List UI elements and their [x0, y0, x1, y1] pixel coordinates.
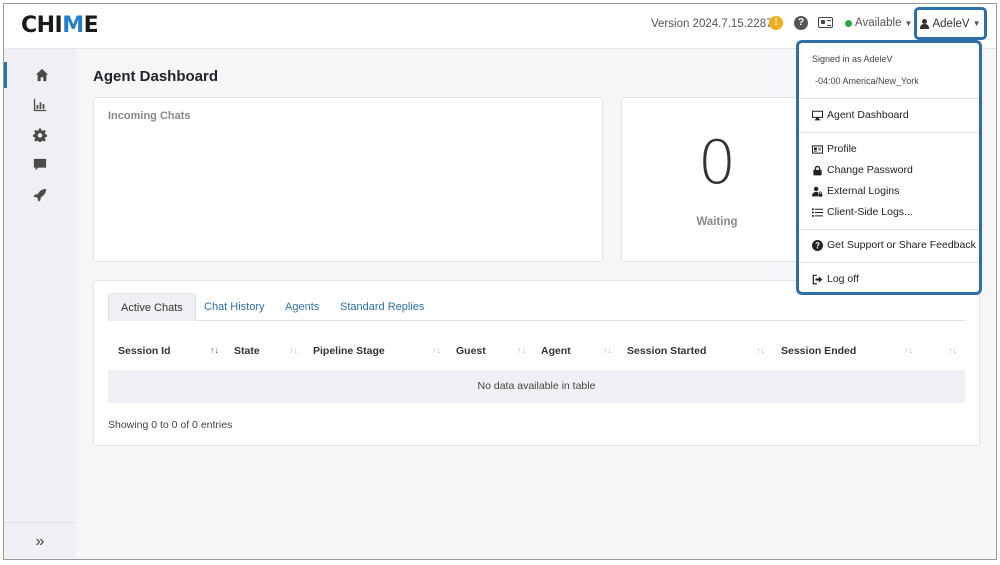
- column-state[interactable]: State: [234, 345, 260, 357]
- id-card-icon[interactable]: [818, 17, 833, 28]
- divider: [799, 132, 979, 133]
- sidebar-item-home[interactable]: [4, 62, 76, 88]
- sidebar-collapse-button[interactable]: »: [4, 522, 76, 559]
- chat-tabs: Active Chats Chat History Agents Standar…: [108, 293, 965, 321]
- question-circle-icon: [812, 239, 823, 251]
- column-guest[interactable]: Guest: [456, 345, 486, 357]
- user-lock-icon: [812, 186, 823, 197]
- column-session-started[interactable]: Session Started: [627, 345, 706, 357]
- table-row: No data available in table: [108, 370, 965, 403]
- menu-item-profile[interactable]: Profile: [812, 143, 857, 155]
- column-agent[interactable]: Agent: [541, 345, 571, 357]
- user-icon: [920, 18, 930, 29]
- chevron-down-icon: ▼: [972, 19, 981, 28]
- sidebar-item-reports[interactable]: [4, 92, 76, 118]
- sidebar: »: [4, 49, 76, 559]
- chats-table-card: Active Chats Chat History Agents Standar…: [93, 280, 980, 446]
- available-dot-icon: [845, 19, 852, 27]
- app-frame: CHIME Version 2024.7.15.2287 ! ? Availab…: [3, 3, 997, 560]
- timezone-label: -04:00 America/New_York: [815, 76, 919, 86]
- gear-icon: [33, 128, 47, 142]
- column-session-id[interactable]: Session Id: [118, 345, 171, 357]
- waiting-count: 0: [697, 128, 737, 198]
- page-title: Agent Dashboard: [93, 68, 219, 85]
- divider: [799, 98, 979, 99]
- user-menu-button[interactable]: AdeleV ▼: [914, 7, 987, 40]
- sort-icon[interactable]: ↑↓: [517, 345, 526, 355]
- status-label: Available: [855, 17, 902, 29]
- sidebar-item-chats[interactable]: [4, 152, 76, 178]
- sort-icon[interactable]: ↑↓: [603, 345, 612, 355]
- incoming-chats-title: Incoming Chats: [108, 110, 191, 122]
- lock-icon: [813, 165, 822, 175]
- version-label: Version 2024.7.15.2287: [651, 18, 773, 30]
- menu-item-agent-dashboard[interactable]: Agent Dashboard: [812, 109, 909, 121]
- waiting-label: Waiting: [696, 216, 738, 228]
- sidebar-item-launch[interactable]: [4, 182, 76, 208]
- tab-agents[interactable]: Agents: [273, 293, 331, 321]
- tab-standard-replies[interactable]: Standard Replies: [328, 293, 436, 321]
- warning-icon[interactable]: !: [769, 16, 783, 30]
- menu-item-change-password[interactable]: Change Password: [812, 164, 913, 176]
- chevron-down-icon: ▼: [904, 18, 913, 28]
- signed-in-label: Signed in as AdeleV: [812, 54, 893, 64]
- sort-icon[interactable]: ↑↓: [210, 345, 219, 355]
- menu-item-client-side-logs[interactable]: Client-Side Logs...: [812, 206, 913, 218]
- chime-logo[interactable]: CHIME: [21, 13, 99, 38]
- column-session-ended[interactable]: Session Ended: [781, 345, 856, 357]
- waiting-card: 0 Waiting: [621, 97, 811, 262]
- status-dropdown[interactable]: Available ▼: [845, 17, 912, 29]
- user-label: AdeleV: [932, 17, 970, 30]
- menu-item-external-logins[interactable]: External Logins: [812, 185, 899, 197]
- tab-chat-history[interactable]: Chat History: [192, 293, 277, 321]
- tab-active-chats[interactable]: Active Chats: [108, 293, 196, 321]
- sort-icon[interactable]: ↑↓: [904, 345, 913, 355]
- bar-chart-icon: [33, 98, 47, 112]
- id-card-icon: [812, 144, 823, 154]
- sidebar-item-settings[interactable]: [4, 122, 76, 148]
- help-icon[interactable]: ?: [794, 16, 808, 30]
- sort-icon[interactable]: ↑↓: [432, 345, 441, 355]
- sign-out-icon: [812, 274, 823, 284]
- divider: [799, 229, 979, 230]
- table-header: Session Id ↑↓ State ↑↓ Pipeline Stage ↑↓…: [108, 345, 965, 367]
- monitor-icon: [812, 110, 823, 120]
- list-icon: [812, 207, 823, 217]
- column-pipeline-stage[interactable]: Pipeline Stage: [313, 345, 385, 357]
- home-icon: [35, 68, 48, 82]
- sort-icon[interactable]: ↑↓: [289, 345, 298, 355]
- sort-icon[interactable]: ↑↓: [756, 345, 765, 355]
- menu-item-log-off[interactable]: Log off: [812, 273, 859, 285]
- rocket-icon: [33, 188, 47, 202]
- user-dropdown-menu: Signed in as AdeleV -04:00 America/New_Y…: [796, 40, 982, 295]
- incoming-chats-card: Incoming Chats: [93, 97, 603, 262]
- divider: [799, 262, 979, 263]
- chat-icon: [33, 158, 47, 171]
- sort-icon[interactable]: ↑↓: [948, 345, 957, 355]
- table-info: Showing 0 to 0 of 0 entries: [108, 419, 233, 431]
- menu-item-get-support[interactable]: Get Support or Share Feedback: [812, 239, 976, 251]
